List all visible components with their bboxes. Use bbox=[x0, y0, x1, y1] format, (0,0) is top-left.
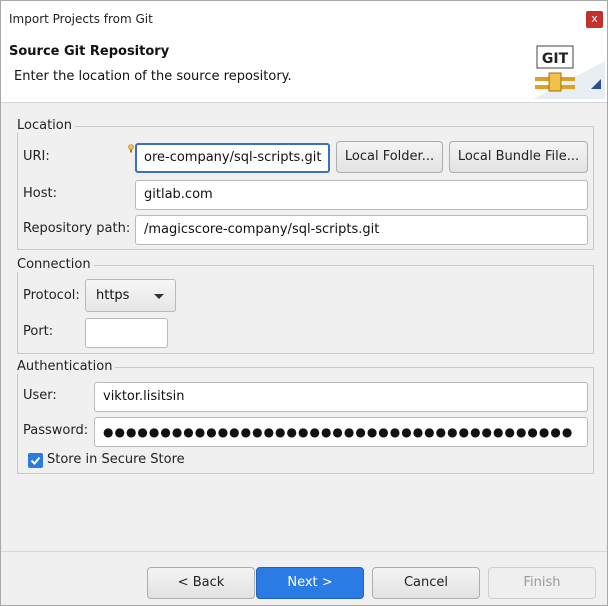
close-button[interactable]: x bbox=[586, 11, 603, 28]
wizard-banner: Source Git Repository Enter the location… bbox=[1, 37, 607, 103]
next-button[interactable]: Next > bbox=[256, 567, 364, 599]
content-assist-hint-icon bbox=[128, 144, 134, 153]
back-button[interactable]: < Back bbox=[147, 567, 255, 599]
protocol-select[interactable]: https bbox=[85, 279, 176, 312]
store-secure-checkbox[interactable] bbox=[28, 453, 43, 468]
footer-separator bbox=[1, 551, 607, 552]
import-git-dialog: Import Projects from Git x Source Git Re… bbox=[0, 0, 608, 606]
page-title: Source Git Repository bbox=[9, 44, 170, 59]
host-input[interactable]: gitlab.com bbox=[135, 180, 588, 210]
port-label: Port: bbox=[23, 324, 54, 339]
location-legend: Location bbox=[17, 118, 75, 133]
authentication-legend: Authentication bbox=[17, 359, 116, 374]
title-bar: Import Projects from Git x bbox=[1, 1, 607, 37]
protocol-label: Protocol: bbox=[23, 288, 80, 303]
port-input[interactable] bbox=[85, 318, 168, 348]
host-label: Host: bbox=[23, 186, 57, 201]
local-bundle-file-button[interactable]: Local Bundle File... bbox=[449, 141, 588, 173]
password-input[interactable]: ●●●●●●●●●●●●●●●●●●●●●●●●●●●●●●●●●●●●●●●●… bbox=[94, 417, 588, 447]
repository-path-input[interactable]: /magicscore-company/sql-scripts.git bbox=[135, 215, 588, 245]
window-title: Import Projects from Git bbox=[9, 12, 153, 26]
uri-input[interactable]: ore-company/sql-scripts.git bbox=[135, 143, 330, 173]
checkmark-icon bbox=[30, 456, 41, 465]
page-description: Enter the location of the source reposit… bbox=[14, 69, 292, 84]
password-label: Password: bbox=[23, 423, 89, 438]
finish-button[interactable]: Finish bbox=[488, 567, 596, 599]
git-logo-icon: GIT bbox=[533, 45, 605, 99]
git-logo-text: GIT bbox=[542, 51, 569, 67]
store-secure-label: Store in Secure Store bbox=[47, 452, 185, 467]
uri-label: URI: bbox=[23, 149, 50, 164]
user-input[interactable]: viktor.lisitsin bbox=[94, 382, 588, 412]
local-folder-button[interactable]: Local Folder... bbox=[336, 141, 443, 173]
chevron-down-icon bbox=[154, 294, 164, 299]
cancel-button[interactable]: Cancel bbox=[372, 567, 480, 599]
user-label: User: bbox=[23, 388, 57, 403]
connection-legend: Connection bbox=[17, 257, 94, 272]
protocol-value: https bbox=[96, 288, 130, 303]
repository-path-label: Repository path: bbox=[23, 221, 131, 236]
